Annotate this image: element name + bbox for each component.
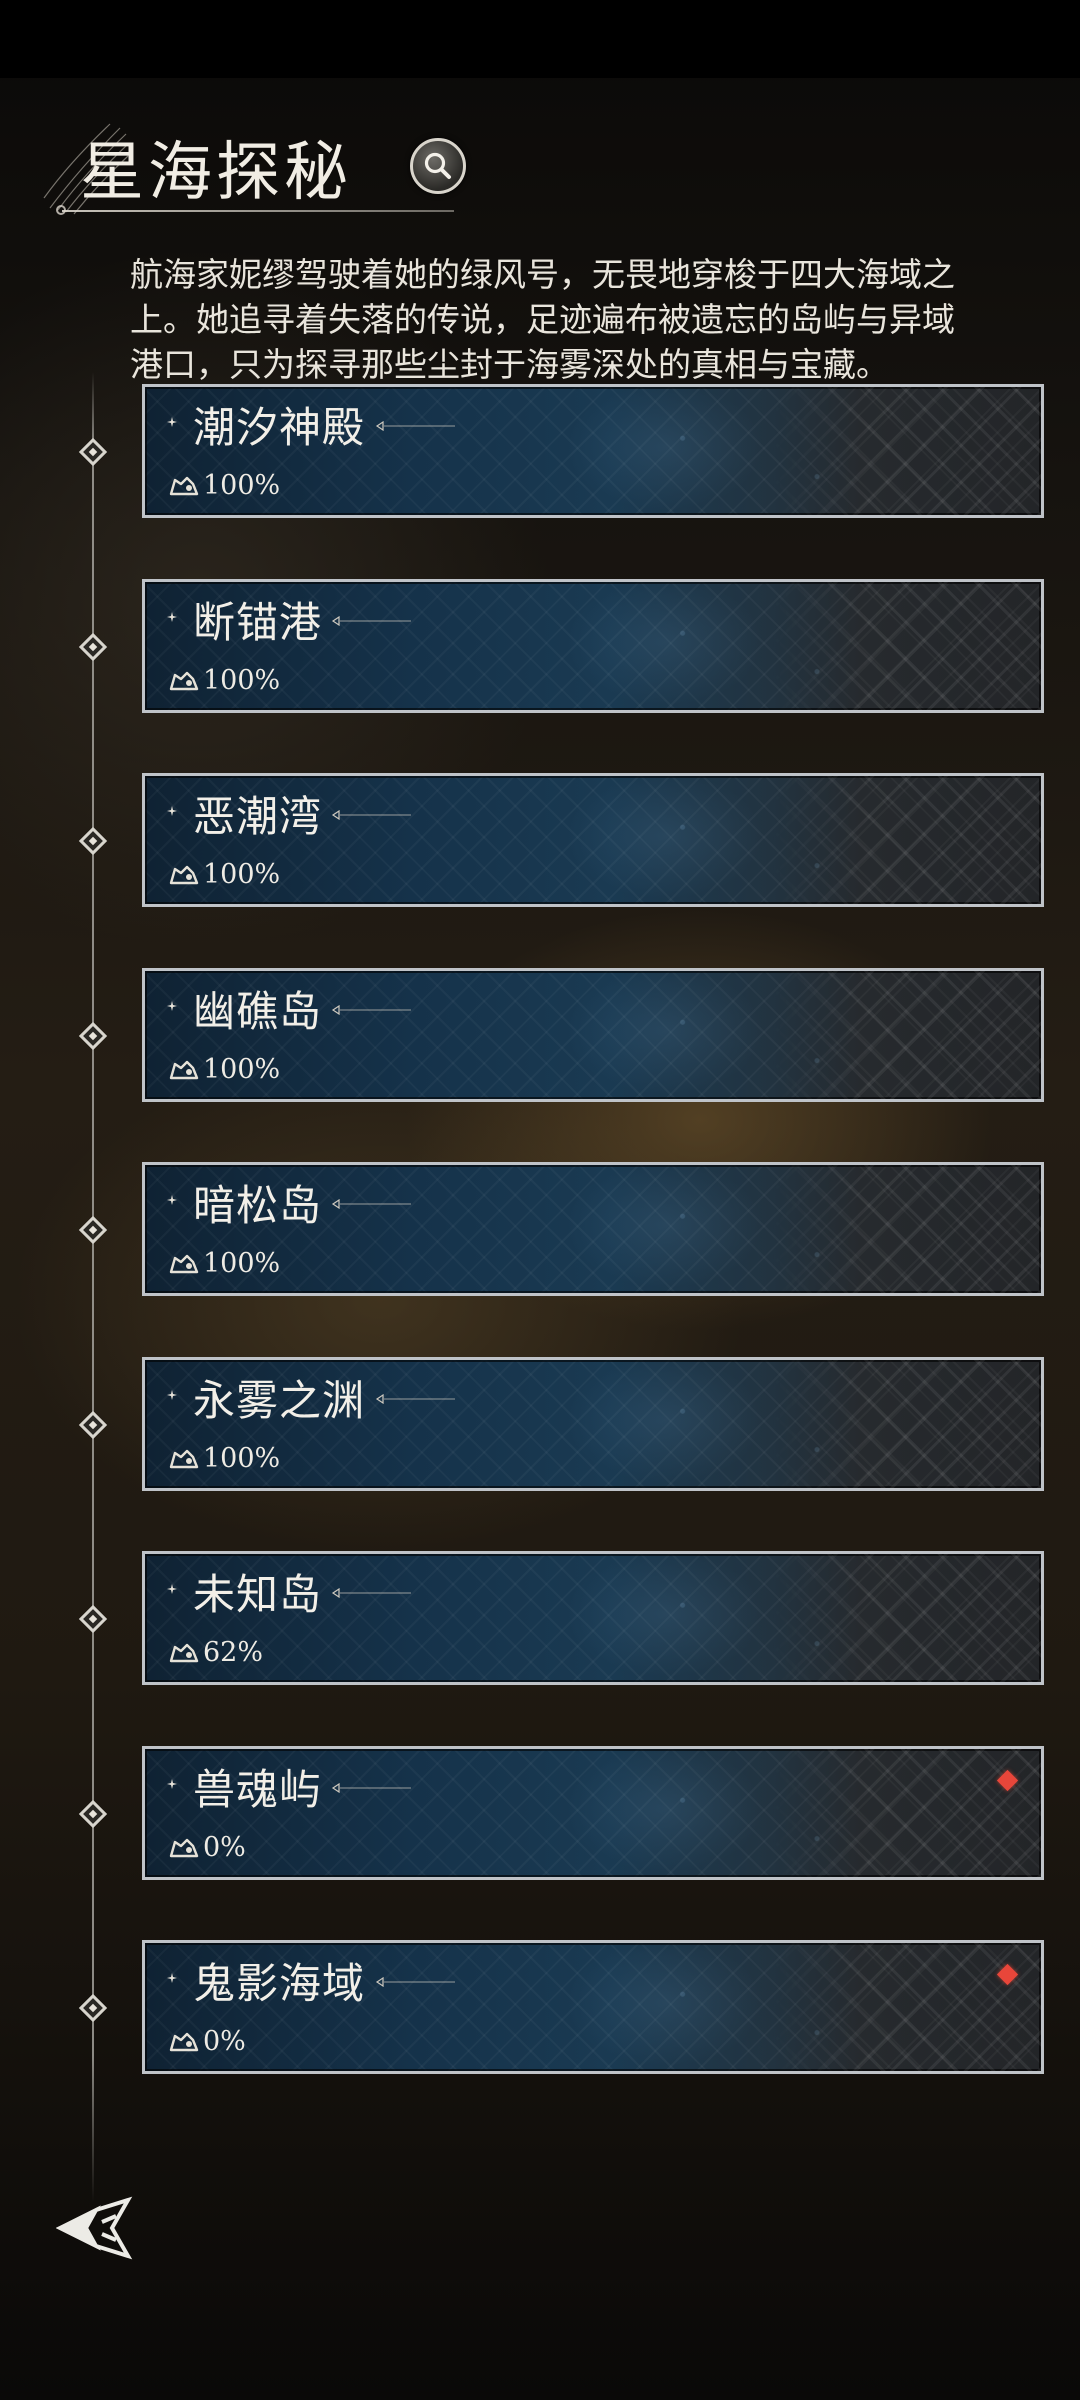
location-name: 未知岛 <box>193 1570 323 1619</box>
map-scroll-icon <box>169 865 199 885</box>
progress-row: 100% <box>169 860 280 890</box>
map-scroll-icon <box>169 1254 199 1274</box>
timeline-node <box>78 1799 108 1829</box>
sparkle-icon <box>167 1001 177 1011</box>
title-flourish-icon <box>375 421 455 431</box>
card-pattern <box>771 1943 1041 2071</box>
progress-value: 62% <box>203 1637 264 1668</box>
status-bar <box>0 0 1080 78</box>
progress-row: 0% <box>169 2027 246 2057</box>
sparkle-icon <box>167 1779 177 1789</box>
card-pattern <box>771 582 1041 710</box>
progress-value: 100% <box>203 859 281 890</box>
location-name: 潮汐神殿 <box>193 403 366 452</box>
location-card[interactable]: 永雾之渊 100% <box>142 1357 1044 1491</box>
progress-value: 0% <box>203 2026 246 2057</box>
progress-value: 100% <box>203 470 281 501</box>
card-pattern <box>771 387 1041 515</box>
timeline-node <box>78 1993 108 2023</box>
location-name: 暗松岛 <box>193 1181 323 1230</box>
location-card[interactable]: 幽礁岛 100% <box>142 968 1044 1102</box>
sparkle-icon <box>167 1584 177 1594</box>
sparkle-icon <box>167 1390 177 1400</box>
title-flourish-icon <box>375 1394 455 1404</box>
location-name: 鬼影海域 <box>193 1959 366 2008</box>
progress-row: 0% <box>169 1833 246 1863</box>
location-card[interactable]: 鬼影海域 0% <box>142 1940 1044 2074</box>
location-card[interactable]: 兽魂屿 0% <box>142 1746 1044 1880</box>
map-scroll-icon <box>169 671 199 691</box>
location-card[interactable]: 暗松岛 100% <box>142 1162 1044 1296</box>
timeline-node <box>78 1215 108 1245</box>
progress-row: 62% <box>169 1638 263 1668</box>
location-card[interactable]: 潮汐神殿 100% <box>142 384 1044 518</box>
title-flourish-icon <box>331 810 411 820</box>
location-card[interactable]: 断锚港 100% <box>142 579 1044 713</box>
location-name: 幽礁岛 <box>193 987 323 1036</box>
progress-row: 100% <box>169 471 280 501</box>
progress-value: 100% <box>203 1054 281 1085</box>
sparkle-icon <box>167 1973 177 1983</box>
search-button[interactable] <box>410 138 466 194</box>
card-pattern <box>771 1360 1041 1488</box>
map-scroll-icon <box>169 1643 199 1663</box>
location-name: 兽魂屿 <box>193 1765 323 1814</box>
title-flourish-icon <box>331 616 411 626</box>
screen: 星海探秘 航海家妮缪驾驶着她的绿风号，无畏地穿梭于四大海域之 上。她追寻着失落的… <box>0 0 1080 2400</box>
title-flourish-icon <box>331 1005 411 1015</box>
progress-value: 100% <box>203 1248 281 1279</box>
title-flourish-icon <box>331 1588 411 1598</box>
location-card[interactable]: 恶潮湾 100% <box>142 773 1044 907</box>
progress-value: 100% <box>203 665 281 696</box>
map-scroll-icon <box>169 476 199 496</box>
sparkle-icon <box>167 417 177 427</box>
title-flourish-icon <box>331 1783 411 1793</box>
timeline-node <box>78 826 108 856</box>
search-icon <box>424 152 451 179</box>
card-pattern <box>771 776 1041 904</box>
progress-row: 100% <box>169 1055 280 1085</box>
progress-value: 0% <box>203 1832 246 1863</box>
location-name: 永雾之渊 <box>193 1376 366 1425</box>
timeline-node <box>78 1021 108 1051</box>
location-card[interactable]: 未知岛 62% <box>142 1551 1044 1685</box>
sparkle-icon <box>167 1195 177 1205</box>
title-flourish-icon <box>375 1977 455 1987</box>
progress-row: 100% <box>169 1444 280 1474</box>
timeline-node <box>78 1410 108 1440</box>
timeline-node <box>78 632 108 662</box>
back-arrow-icon <box>56 2196 133 2260</box>
map-scroll-icon <box>169 1060 199 1080</box>
sparkle-icon <box>167 612 177 622</box>
card-pattern <box>771 1165 1041 1293</box>
card-pattern <box>771 971 1041 1099</box>
location-name: 断锚港 <box>193 598 323 647</box>
progress-row: 100% <box>169 1249 280 1279</box>
page-title: 星海探秘 <box>80 136 352 210</box>
timeline-node <box>78 437 108 467</box>
location-name: 恶潮湾 <box>193 792 323 841</box>
card-pattern <box>771 1554 1041 1682</box>
progress-row: 100% <box>169 666 280 696</box>
title-underline <box>56 205 454 215</box>
sparkle-icon <box>167 806 177 816</box>
back-button[interactable] <box>56 2196 136 2260</box>
map-scroll-icon <box>169 1838 199 1858</box>
card-pattern <box>771 1749 1041 1877</box>
map-scroll-icon <box>169 1449 199 1469</box>
description-text: 航海家妮缪驾驶着她的绿风号，无畏地穿梭于四大海域之 上。她追寻着失落的传说，足迹… <box>130 255 955 384</box>
map-scroll-icon <box>169 2032 199 2052</box>
progress-value: 100% <box>203 1443 281 1474</box>
timeline-node <box>78 1604 108 1634</box>
title-flourish-icon <box>331 1199 411 1209</box>
